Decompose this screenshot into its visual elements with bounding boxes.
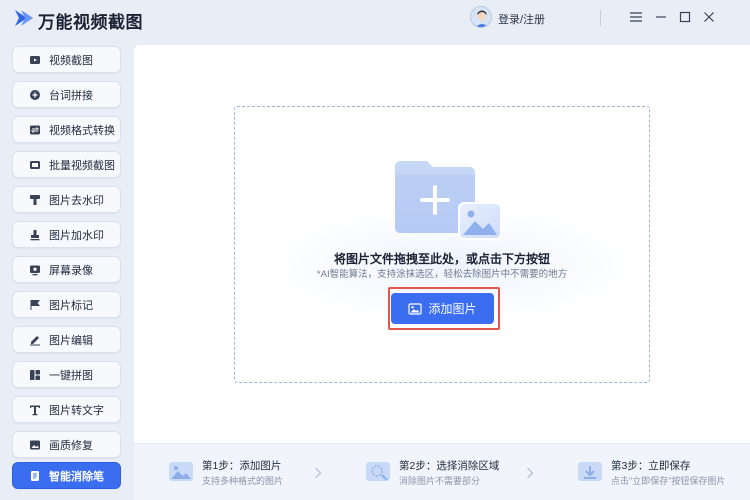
close-icon[interactable]	[700, 8, 718, 26]
sidebar: 视频截图 台词拼接 视频格式转换 批量视频截图 图片去水印 图片加水印 屏幕录像…	[0, 36, 134, 500]
step-description: 支持多种格式的图片	[202, 476, 284, 486]
chevron-right-icon	[527, 467, 534, 479]
sidebar-item-label: 图片去水印	[49, 194, 104, 207]
screen-record-icon	[29, 264, 41, 276]
sidebar-item-label: 台词拼接	[49, 89, 93, 102]
sidebar-item-label: 图片编辑	[49, 334, 93, 347]
sidebar-item-label: 视频截图	[49, 54, 93, 67]
add-image-step-icon	[169, 462, 193, 481]
select-area-step-icon	[366, 462, 390, 481]
add-image-button-label: 添加图片	[428, 302, 477, 316]
folder-add-image-icon	[395, 161, 502, 240]
sidebar-item-label: 画质修复	[49, 439, 93, 452]
image-mark-icon	[29, 299, 41, 311]
sidebar-item-smart-eraser[interactable]: 智能消除笔	[12, 462, 121, 489]
sidebar-item-label: 智能消除笔	[49, 470, 104, 483]
minimize-icon[interactable]	[652, 8, 670, 26]
main-panel: 将图片文件拖拽至此处，或点击下方按钮 *AI智能算法，支持涂抹选区，轻松去除图片…	[134, 45, 750, 500]
sidebar-item-subtitle-join[interactable]: 台词拼接	[12, 81, 121, 108]
image-to-text-icon	[29, 404, 41, 416]
menu-icon[interactable]	[627, 8, 645, 26]
sidebar-item-add-watermark[interactable]: 图片加水印	[12, 221, 121, 248]
drop-zone-subtitle: *AI智能算法，支持涂抹选区，轻松去除图片中不需要的地方	[316, 269, 568, 280]
add-watermark-icon	[29, 229, 41, 241]
sidebar-item-label: 图片标记	[49, 299, 93, 312]
sidebar-item-video-capture[interactable]: 视频截图	[12, 46, 121, 73]
smart-eraser-icon	[29, 470, 41, 482]
step-title: 第3步：立即保存	[611, 460, 691, 472]
sidebar-item-quality-repair[interactable]: 画质修复	[12, 431, 121, 458]
title-bar: 万能视频截图 登录/注册	[0, 0, 750, 36]
step-title: 第1步：添加图片	[202, 460, 282, 472]
video-convert-icon	[29, 124, 41, 136]
sidebar-item-batch-capture[interactable]: 批量视频截图	[12, 151, 121, 178]
sidebar-item-image-to-text[interactable]: 图片转文字	[12, 396, 121, 423]
sidebar-item-label: 图片加水印	[49, 229, 104, 242]
video-capture-icon	[29, 54, 41, 66]
drop-zone-title: 将图片文件拖拽至此处，或点击下方按钮	[333, 252, 550, 266]
maximize-icon[interactable]	[676, 8, 694, 26]
subtitle-join-icon	[29, 89, 41, 101]
sidebar-item-label: 屏幕录像	[49, 264, 93, 277]
remove-watermark-icon	[29, 194, 41, 206]
sidebar-item-label: 视频格式转换	[49, 124, 115, 137]
sidebar-item-image-mark[interactable]: 图片标记	[12, 291, 121, 318]
sidebar-item-screen-record[interactable]: 屏幕录像	[12, 256, 121, 283]
user-avatar[interactable]	[470, 6, 492, 28]
sidebar-item-label: 一键拼图	[49, 369, 93, 382]
add-image-button[interactable]: 添加图片	[391, 293, 494, 324]
login-register-link[interactable]: 登录/注册	[498, 11, 545, 27]
sidebar-item-video-convert[interactable]: 视频格式转换	[12, 116, 121, 143]
sidebar-item-label: 图片转文字	[49, 404, 104, 417]
chevron-right-icon	[315, 467, 322, 479]
app-title: 万能视频截图	[38, 13, 143, 32]
collage-icon	[29, 369, 41, 381]
image-edit-icon	[29, 334, 41, 346]
sidebar-item-image-edit[interactable]: 图片编辑	[12, 326, 121, 353]
sidebar-item-collage[interactable]: 一键拼图	[12, 361, 121, 388]
sidebar-item-remove-watermark[interactable]: 图片去水印	[12, 186, 121, 213]
step-title: 第2步：选择消除区域	[399, 460, 500, 472]
step-description: 点击"立即保存"按钮保存图片	[611, 476, 726, 486]
image-icon	[408, 302, 423, 315]
steps-bar: 第1步：添加图片 支持多种格式的图片 第2步：选择消除区域 消除图片不需要部分 …	[134, 443, 750, 500]
sidebar-item-label: 批量视频截图	[49, 159, 115, 172]
app-logo-icon	[15, 10, 33, 26]
quality-repair-icon	[29, 439, 41, 451]
step-description: 消除图片不需要部分	[399, 476, 481, 486]
titlebar-divider	[600, 10, 601, 26]
save-step-icon	[578, 462, 602, 481]
batch-capture-icon	[29, 159, 41, 171]
